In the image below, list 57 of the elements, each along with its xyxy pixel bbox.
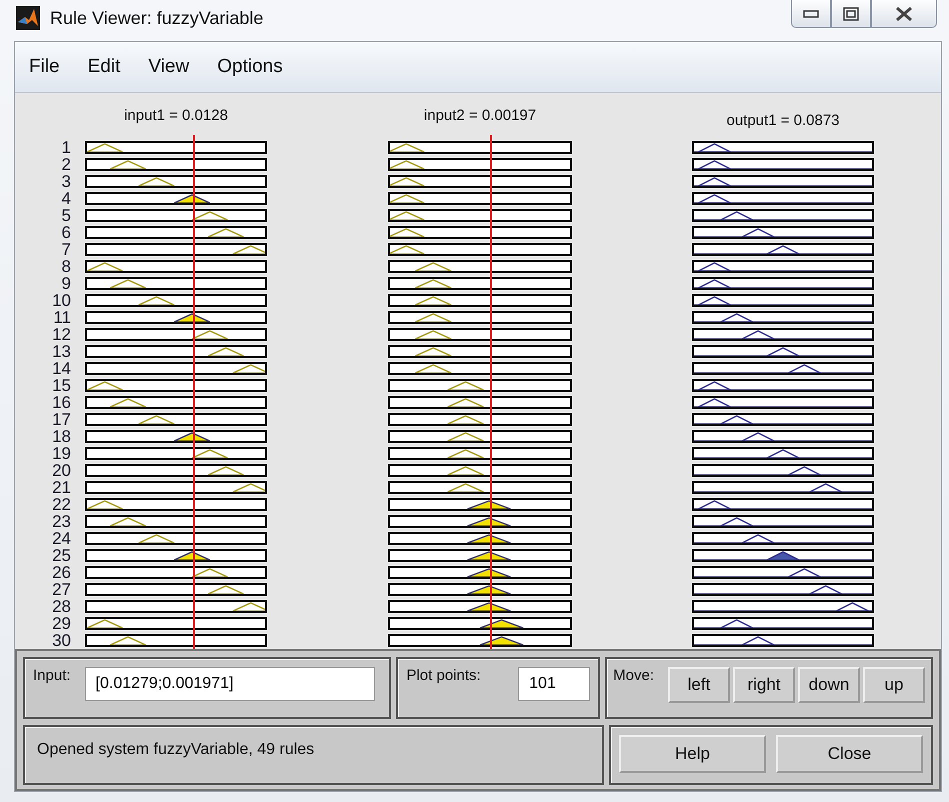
move-button[interactable]: right (733, 667, 795, 703)
variable-heading: output1 = 0.0873 (726, 112, 840, 129)
menu-item[interactable]: File (29, 56, 60, 78)
app-logo-icon (16, 6, 40, 30)
rule-number: 15 (52, 377, 72, 394)
rule-number: 11 (53, 309, 72, 326)
rule-number: 25 (52, 547, 72, 564)
rule-number: 18 (52, 428, 72, 445)
rule-number: 26 (52, 564, 72, 581)
menu-item[interactable]: Options (217, 56, 283, 78)
plot-points-label: Plot points: (406, 667, 481, 686)
maximize-button[interactable] (831, 0, 871, 28)
rule-number: 19 (52, 445, 72, 462)
rule-number: 24 (52, 530, 72, 547)
rule-number: 28 (52, 598, 72, 615)
input-field[interactable]: [0.01279;0.001971] (84, 667, 375, 701)
rule-number: 23 (52, 513, 72, 530)
move-button[interactable]: left (668, 667, 730, 703)
rule-number: 6 (62, 224, 72, 241)
plot-points-field[interactable]: 101 (518, 667, 590, 701)
close-icon (895, 6, 913, 20)
variable-heading: input2 = 0.00197 (424, 107, 536, 124)
minimize-button[interactable] (791, 0, 831, 28)
rule-number: 7 (62, 241, 72, 258)
rule-number: 22 (52, 496, 72, 513)
rule-number: 12 (52, 326, 72, 343)
rule-number: 1 (62, 139, 72, 156)
window-title: Rule Viewer: fuzzyVariable (50, 8, 264, 29)
dialog-button[interactable]: Close (776, 735, 923, 773)
rule-number: 17 (52, 411, 72, 428)
status-text: Opened system fuzzyVariable, 49 rules (37, 741, 314, 760)
rule-number: 29 (52, 615, 72, 632)
move-label: Move: (613, 667, 654, 686)
rule-number: 5 (62, 207, 72, 224)
rule-number: 8 (62, 258, 72, 275)
rule-number: 14 (52, 360, 72, 377)
rule-number: 30 (52, 632, 72, 649)
rule-number: 13 (52, 343, 72, 360)
rule-number: 9 (62, 275, 72, 292)
dialog-button[interactable]: Help (619, 735, 766, 773)
rule-number: 3 (62, 173, 72, 190)
menu-item[interactable]: Edit (88, 56, 120, 78)
close-button[interactable] (871, 0, 937, 28)
rule-number: 2 (62, 156, 72, 173)
rule-number: 21 (52, 479, 72, 496)
menu-item[interactable]: View (148, 56, 190, 78)
variable-heading: input1 = 0.0128 (124, 107, 228, 124)
rule-number: 16 (52, 394, 72, 411)
minimize-icon (803, 8, 819, 18)
maximize-icon (843, 6, 859, 20)
move-button[interactable]: down (798, 667, 860, 703)
rule-number: 20 (52, 462, 72, 479)
move-button[interactable]: up (863, 667, 925, 703)
rule-number: 4 (62, 190, 72, 207)
input-label: Input: (33, 667, 71, 686)
rule-number: 10 (52, 292, 72, 309)
rule-number: 27 (52, 581, 72, 598)
